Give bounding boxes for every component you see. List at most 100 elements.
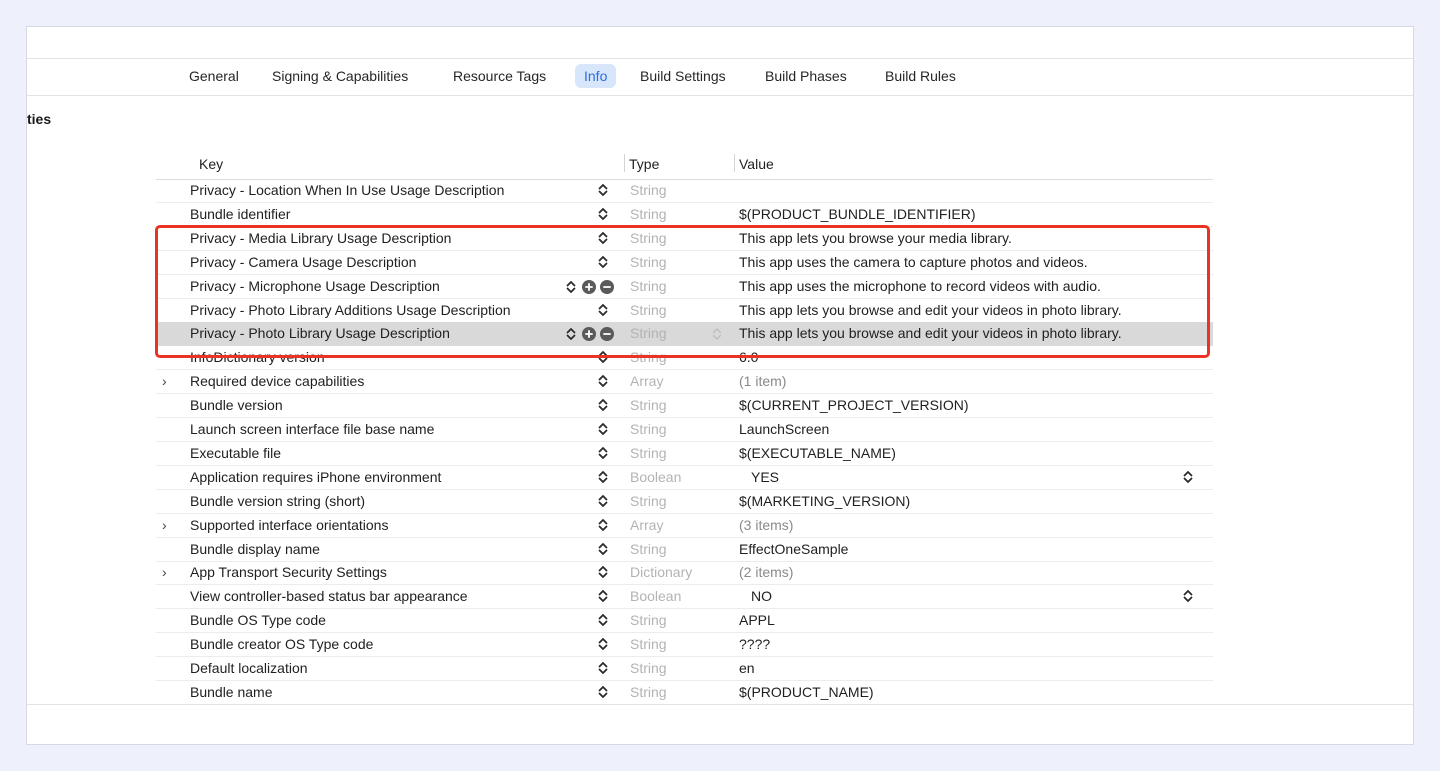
key-stepper-icon[interactable]: [598, 446, 608, 460]
row-type[interactable]: String: [630, 493, 667, 509]
row-value[interactable]: YES: [751, 469, 779, 485]
table-row[interactable]: Privacy - Photo Library Additions Usage …: [156, 299, 1213, 323]
tab-general[interactable]: General: [180, 64, 248, 88]
key-stepper-icon[interactable]: [598, 303, 608, 317]
row-key[interactable]: Bundle version string (short): [190, 493, 365, 509]
row-value[interactable]: This app uses the microphone to record v…: [739, 278, 1101, 294]
row-type[interactable]: String: [630, 325, 667, 341]
column-divider[interactable]: [624, 154, 625, 172]
row-type[interactable]: String: [630, 636, 667, 652]
table-row[interactable]: Bundle OS Type code String APPL: [156, 609, 1213, 634]
key-stepper-icon[interactable]: [598, 374, 608, 388]
tab-info[interactable]: Info: [575, 64, 617, 88]
row-key[interactable]: Privacy - Media Library Usage Descriptio…: [190, 230, 451, 246]
row-type[interactable]: String: [630, 421, 667, 437]
table-row[interactable]: Privacy - Photo Library Usage Descriptio…: [156, 322, 1213, 347]
row-type[interactable]: Array: [630, 373, 663, 389]
row-value[interactable]: (3 items): [739, 517, 793, 533]
row-stepper-add-remove-icons[interactable]: [566, 278, 616, 296]
row-type[interactable]: Boolean: [630, 588, 681, 604]
key-stepper-icon[interactable]: [598, 518, 608, 532]
key-stepper-icon[interactable]: [598, 589, 608, 603]
column-header-value[interactable]: Value: [739, 156, 774, 172]
table-row[interactable]: Launch screen interface file base name St…: [156, 418, 1213, 442]
value-popup-chevron-icon[interactable]: [1183, 589, 1193, 603]
row-value[interactable]: ????: [739, 636, 770, 652]
row-key[interactable]: View controller-based status bar appeara…: [190, 588, 468, 604]
key-stepper-icon[interactable]: [598, 494, 608, 508]
disclosure-chevron-icon[interactable]: ›: [162, 373, 167, 389]
key-stepper-icon[interactable]: [598, 231, 608, 245]
row-type[interactable]: Array: [630, 517, 663, 533]
table-row[interactable]: › Required device capabilities Array (1 ite…: [156, 370, 1213, 395]
row-type[interactable]: Dictionary: [630, 564, 692, 580]
key-stepper-icon[interactable]: [598, 637, 608, 651]
row-key[interactable]: Bundle display name: [190, 541, 320, 557]
row-value[interactable]: $(PRODUCT_BUNDLE_IDENTIFIER): [739, 206, 975, 222]
table-row[interactable]: Privacy - Media Library Usage Descriptio…: [156, 227, 1213, 251]
disclosure-chevron-icon[interactable]: ›: [162, 564, 167, 580]
row-value[interactable]: LaunchScreen: [739, 421, 829, 437]
row-key[interactable]: Privacy - Photo Library Usage Descriptio…: [190, 325, 450, 341]
row-key[interactable]: Privacy - Location When In Use Usage Des…: [190, 182, 504, 198]
key-stepper-icon[interactable]: [598, 565, 608, 579]
table-row[interactable]: Privacy - Location When In Use Usage Des…: [156, 179, 1213, 203]
row-value[interactable]: APPL: [739, 612, 775, 628]
row-key[interactable]: Privacy - Microphone Usage Description: [190, 278, 440, 294]
value-popup-chevron-icon[interactable]: [1183, 470, 1193, 484]
key-stepper-icon[interactable]: [598, 422, 608, 436]
row-type[interactable]: Boolean: [630, 469, 681, 485]
table-row[interactable]: InfoDictionary version String 6.0: [156, 346, 1213, 371]
row-key[interactable]: Default localization: [190, 660, 308, 676]
row-type[interactable]: String: [630, 302, 667, 318]
row-value[interactable]: (1 item): [739, 373, 786, 389]
row-type[interactable]: String: [630, 230, 667, 246]
row-key[interactable]: Bundle version: [190, 397, 283, 413]
row-key[interactable]: InfoDictionary version: [190, 349, 325, 365]
row-type[interactable]: String: [630, 349, 667, 365]
key-stepper-icon[interactable]: [598, 207, 608, 221]
row-type[interactable]: String: [630, 684, 667, 700]
tab-build-phases[interactable]: Build Phases: [756, 64, 856, 88]
row-value[interactable]: $(EXECUTABLE_NAME): [739, 445, 896, 461]
table-row[interactable]: Executable file String $(EXECUTABLE_NAME): [156, 442, 1213, 466]
row-type[interactable]: String: [630, 397, 667, 413]
row-key[interactable]: Executable file: [190, 445, 281, 461]
table-row[interactable]: Default localization String en: [156, 657, 1213, 681]
key-stepper-icon[interactable]: [598, 685, 608, 699]
row-type[interactable]: String: [630, 541, 667, 557]
row-value[interactable]: This app lets you browse your media libr…: [739, 230, 1012, 246]
row-key[interactable]: Supported interface orientations: [190, 517, 388, 533]
row-key[interactable]: Bundle OS Type code: [190, 612, 326, 628]
tab-resource-tags[interactable]: Resource Tags: [444, 64, 555, 88]
row-type[interactable]: String: [630, 612, 667, 628]
column-header-key[interactable]: Key: [199, 156, 223, 172]
tab-build-rules[interactable]: Build Rules: [876, 64, 965, 88]
column-divider[interactable]: [734, 154, 735, 172]
row-key[interactable]: Privacy - Photo Library Additions Usage …: [190, 302, 511, 318]
table-row[interactable]: Bundle identifier String $(PRODUCT_BUNDLE_…: [156, 203, 1213, 227]
row-value[interactable]: $(MARKETING_VERSION): [739, 493, 910, 509]
row-value[interactable]: (2 items): [739, 564, 793, 580]
key-stepper-icon[interactable]: [598, 661, 608, 675]
table-row[interactable]: Bundle version string (short) String $(MAR…: [156, 490, 1213, 514]
key-stepper-icon[interactable]: [598, 542, 608, 556]
tab-build-settings[interactable]: Build Settings: [631, 64, 735, 88]
disclosure-chevron-icon[interactable]: ›: [162, 517, 167, 533]
key-stepper-icon[interactable]: [598, 613, 608, 627]
table-row[interactable]: Privacy - Microphone Usage Description St…: [156, 275, 1213, 299]
tab-signing-capabilities[interactable]: Signing & Capabilities: [263, 64, 417, 88]
key-stepper-icon[interactable]: [598, 470, 608, 484]
row-key[interactable]: Application requires iPhone environment: [190, 469, 441, 485]
row-value[interactable]: This app lets you browse and edit your v…: [739, 302, 1122, 318]
row-value[interactable]: NO: [751, 588, 772, 604]
row-key[interactable]: Bundle name: [190, 684, 273, 700]
row-value[interactable]: en: [739, 660, 755, 676]
key-stepper-icon[interactable]: [598, 183, 608, 197]
type-stepper-icon[interactable]: [712, 327, 722, 341]
table-row[interactable]: Bundle display name String EffectOneSample: [156, 538, 1213, 562]
table-row[interactable]: › App Transport Security Settings Dictiona…: [156, 561, 1213, 586]
table-row[interactable]: Privacy - Camera Usage Description String…: [156, 251, 1213, 275]
row-type[interactable]: String: [630, 254, 667, 270]
row-type[interactable]: String: [630, 445, 667, 461]
